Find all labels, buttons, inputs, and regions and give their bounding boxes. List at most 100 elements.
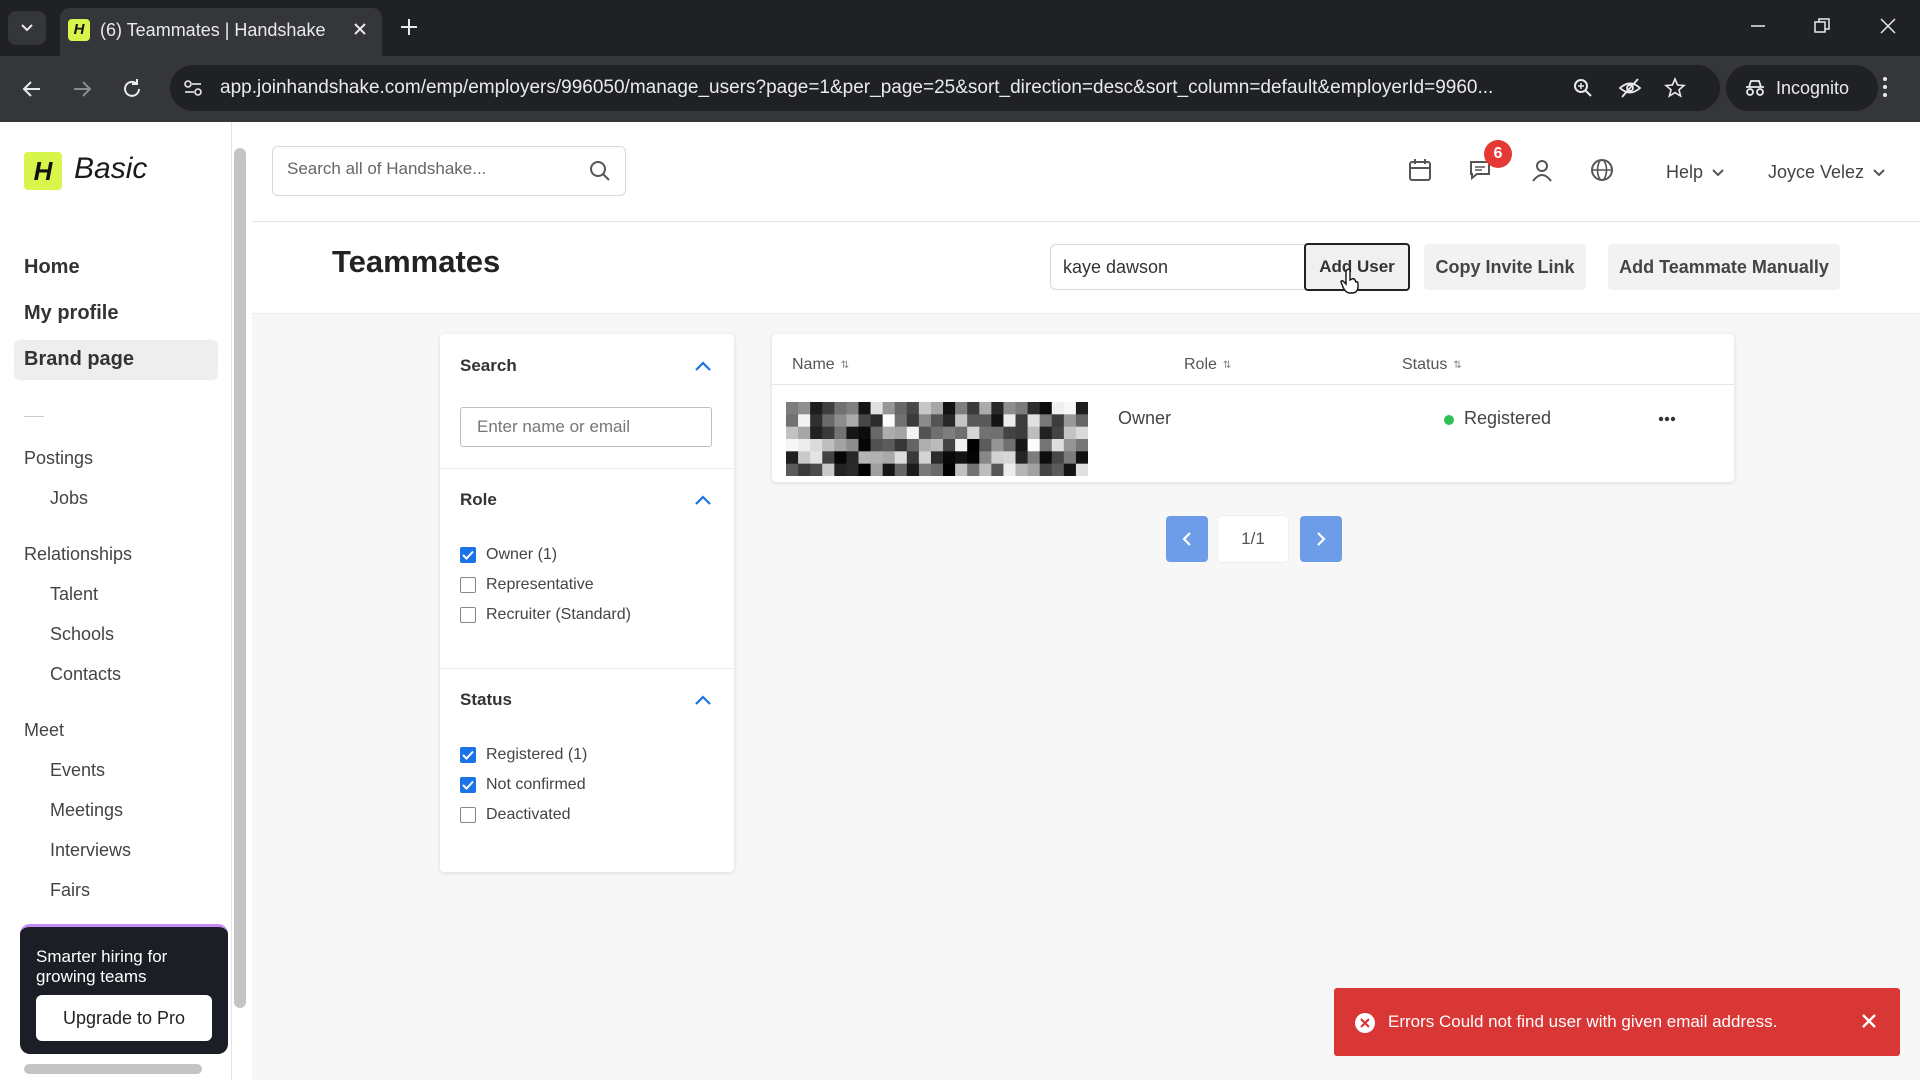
filter-divider: [440, 668, 734, 669]
checkbox[interactable]: [460, 607, 476, 623]
sidebar-item-meetings[interactable]: Meetings: [50, 800, 123, 821]
chevron-up-icon[interactable]: [694, 494, 712, 506]
checkmark-icon: [462, 550, 474, 560]
column-header-label: Role: [1184, 356, 1217, 373]
sidebar-item-contacts[interactable]: Contacts: [50, 664, 121, 685]
redacted-name: [786, 402, 1088, 476]
global-search[interactable]: [272, 146, 626, 196]
upgrade-button[interactable]: Upgrade to Pro: [36, 995, 212, 1041]
browser-tab[interactable]: H (6) Teammates | Handshake: [60, 8, 382, 56]
eye-off-icon[interactable]: [1618, 77, 1642, 99]
sidebar-item-brand-page[interactable]: Brand page: [24, 348, 134, 371]
chevron-right-icon: [1317, 532, 1326, 546]
status-option-registered[interactable]: Registered (1): [460, 746, 587, 764]
window-close-icon[interactable]: [1878, 16, 1898, 36]
tab-list-button[interactable]: [8, 11, 46, 45]
chevron-up-icon[interactable]: [694, 694, 712, 706]
checkbox[interactable]: [460, 547, 476, 563]
global-search-input[interactable]: [287, 159, 577, 179]
checkbox[interactable]: [460, 807, 476, 823]
status-option-not-confirmed[interactable]: Not confirmed: [460, 776, 586, 794]
sidebar-section-relationships[interactable]: Relationships: [24, 544, 132, 565]
sidebar-item-fairs[interactable]: Fairs: [50, 880, 90, 901]
help-label: Help: [1666, 162, 1704, 182]
column-header-role[interactable]: Role ⇅: [1184, 356, 1231, 374]
status-option-deactivated[interactable]: Deactivated: [460, 806, 571, 824]
error-toast: Errors Could not find user with given em…: [1334, 988, 1900, 1056]
calendar-icon[interactable]: [1408, 158, 1432, 182]
sidebar-section-postings[interactable]: Postings: [24, 448, 93, 469]
sidebar-item-jobs[interactable]: Jobs: [50, 488, 88, 509]
add-teammate-manually-button[interactable]: Add Teammate Manually: [1608, 244, 1840, 290]
cell-status: Registered: [1464, 408, 1552, 428]
copy-invite-link-button[interactable]: Copy Invite Link: [1424, 244, 1586, 290]
column-header-name[interactable]: Name ⇅: [792, 356, 849, 374]
browser-menu-icon[interactable]: [1882, 76, 1888, 98]
page-indicator: 1/1: [1218, 516, 1288, 562]
browser-toolbar: app.joinhandshake.com/emp/employers/9960…: [0, 56, 1920, 122]
next-page-button[interactable]: [1300, 516, 1342, 562]
invite-email-input[interactable]: [1050, 244, 1306, 290]
search-icon[interactable]: [589, 160, 611, 182]
checkbox[interactable]: [460, 777, 476, 793]
restore-icon[interactable]: [1812, 16, 1832, 36]
person-icon[interactable]: [1530, 158, 1554, 182]
user-menu[interactable]: Joyce Velez: [1768, 162, 1886, 183]
address-bar[interactable]: app.joinhandshake.com/emp/employers/9960…: [170, 65, 1720, 111]
horizontal-scrollbar-thumb[interactable]: [24, 1064, 202, 1074]
sidebar-item-home[interactable]: Home: [24, 256, 80, 279]
page-header: Teammates Add User Copy Invite Link Add …: [252, 222, 1920, 314]
forward-arrow-icon[interactable]: [70, 77, 94, 101]
toast-message: Errors Could not find user with given em…: [1388, 1012, 1778, 1031]
chevron-up-icon[interactable]: [694, 360, 712, 372]
sort-icon: ⇅: [840, 359, 850, 371]
role-filter-title: Role: [460, 490, 497, 509]
name-email-search-input[interactable]: [460, 407, 712, 447]
help-menu[interactable]: Help: [1666, 162, 1725, 183]
new-tab-icon[interactable]: [398, 16, 420, 38]
reload-icon[interactable]: [120, 77, 144, 101]
checkbox-label: Representative: [486, 576, 594, 593]
sidebar-item-events[interactable]: Events: [50, 760, 105, 781]
globe-icon[interactable]: [1590, 158, 1614, 182]
incognito-label: Incognito: [1776, 77, 1850, 98]
zoom-icon[interactable]: [1572, 77, 1594, 99]
sidebar-section-meet[interactable]: Meet: [24, 720, 64, 741]
sidebar-item-interviews[interactable]: Interviews: [50, 840, 131, 861]
notification-badge[interactable]: 6: [1484, 140, 1512, 168]
role-option-owner[interactable]: Owner (1): [460, 546, 557, 564]
teammates-table: Name ⇅ Role ⇅ Status ⇅ Owner Registered: [772, 334, 1734, 482]
role-option-representative[interactable]: Representative: [460, 576, 594, 594]
status-indicator-dot: [1444, 415, 1454, 425]
close-icon[interactable]: [1860, 1012, 1878, 1030]
error-circle-icon: [1355, 1013, 1375, 1033]
close-icon[interactable]: [352, 21, 368, 37]
page-title: Teammates: [332, 244, 501, 279]
url-text: app.joinhandshake.com/emp/employers/9960…: [220, 77, 1494, 98]
previous-page-button[interactable]: [1166, 516, 1208, 562]
back-arrow-icon[interactable]: [20, 77, 44, 101]
incognito-indicator[interactable]: Incognito: [1726, 65, 1878, 111]
handshake-logo[interactable]: H: [24, 152, 62, 190]
main-content: Search Role Owner (1) Representative Rec…: [252, 314, 1920, 1080]
sidebar-item-schools[interactable]: Schools: [50, 624, 114, 645]
horizontal-scrollbar[interactable]: [0, 1058, 232, 1078]
checkbox[interactable]: [460, 747, 476, 763]
sidebar-item-talent[interactable]: Talent: [50, 584, 98, 605]
role-option-recruiter[interactable]: Recruiter (Standard): [460, 606, 631, 624]
sidebar-scrollbar-thumb[interactable]: [234, 148, 246, 1008]
column-header-label: Status: [1402, 356, 1448, 373]
checkbox-label: Recruiter (Standard): [486, 606, 631, 623]
hand-cursor-icon: [1340, 268, 1359, 294]
browser-tab-bar: H (6) Teammates | Handshake: [0, 0, 1920, 56]
sidebar-item-my-profile[interactable]: My profile: [24, 302, 118, 325]
checkbox[interactable]: [460, 577, 476, 593]
column-header-status[interactable]: Status ⇅: [1402, 356, 1462, 374]
minimize-icon[interactable]: [1748, 16, 1768, 36]
bookmark-star-icon[interactable]: [1664, 77, 1686, 99]
ellipsis-icon[interactable]: [1658, 416, 1676, 422]
site-settings-icon[interactable]: [182, 77, 204, 99]
checkbox-label: Deactivated: [486, 806, 571, 823]
checkbox-label: Owner (1): [486, 546, 558, 563]
filter-divider: [440, 468, 734, 469]
